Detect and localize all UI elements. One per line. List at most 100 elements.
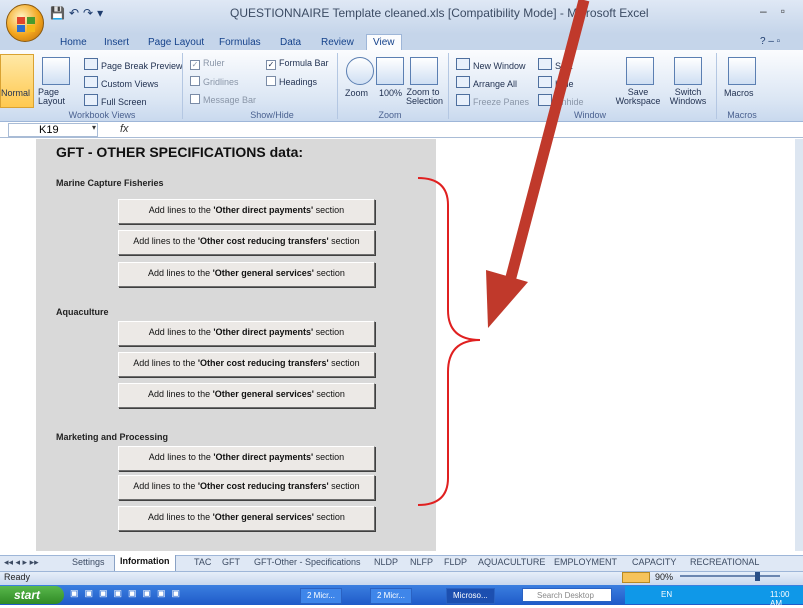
quick-launch-icons[interactable]: ▣▣▣▣▣▣▣▣ — [70, 588, 270, 602]
zoom-slider[interactable] — [680, 575, 780, 577]
office-logo-icon — [17, 17, 35, 32]
add-other-general-services-button[interactable]: Add lines to the 'Other general services… — [118, 506, 375, 531]
add-other-cost-reducing-transfers-button[interactable]: Add lines to the 'Other cost reducing tr… — [118, 475, 375, 500]
redo-icon[interactable]: ↷ — [83, 6, 93, 20]
group-separator — [716, 53, 717, 119]
sheet-tab-nlfp[interactable]: NLFP — [410, 557, 433, 567]
tab-insert[interactable]: Insert — [104, 37, 129, 48]
arrange-all-button[interactable]: Arrange All — [456, 76, 517, 89]
taskbar-item-excel[interactable]: Microso... — [446, 588, 495, 604]
taskbar-item-word-1[interactable]: 2 Micr... — [300, 588, 343, 604]
hide-button[interactable]: Hide — [538, 76, 574, 89]
page-layout-button[interactable]: Page Layout — [38, 88, 68, 106]
sheet-nav-buttons[interactable]: ◂◂ ◂ ▸ ▸▸ — [4, 557, 39, 568]
full-screen-button[interactable]: Full Screen — [84, 94, 147, 107]
ruler-checkbox[interactable]: ✓ Ruler — [190, 58, 225, 70]
sheet-tab-capacity[interactable]: CAPACITY — [632, 557, 676, 567]
custom-views-button[interactable]: Custom Views — [84, 76, 158, 89]
undo-icon[interactable]: ↶ — [69, 6, 79, 20]
full-screen-icon — [84, 94, 98, 106]
group-label-window: Window — [573, 110, 606, 120]
taskbar-item-word-2[interactable]: 2 Micr... — [370, 588, 413, 604]
zoom-slider-handle[interactable] — [755, 572, 760, 581]
add-other-general-services-button[interactable]: Add lines to the 'Other general services… — [118, 383, 375, 408]
formula-bar-checkbox[interactable]: ✓ Formula Bar — [266, 58, 329, 70]
zoom-button[interactable]: Zoom — [345, 88, 368, 98]
macros-button[interactable]: Macros — [724, 88, 754, 98]
add-other-general-services-button[interactable]: Add lines to the 'Other general services… — [118, 262, 375, 287]
switch-windows-button[interactable]: Switch Windows — [664, 88, 712, 106]
page-break-preview-button[interactable]: Page Break Preview — [84, 58, 183, 71]
clock: 11:00 AM — [770, 590, 790, 608]
sheet-tab-tac[interactable]: TAC — [194, 557, 211, 567]
tab-formulas[interactable]: Formulas — [219, 37, 261, 48]
view-switch-icons[interactable] — [622, 572, 650, 583]
headings-checkbox[interactable]: Headings — [266, 76, 317, 87]
quick-access-toolbar: 💾 ↶ ↷ ▾ — [50, 4, 103, 22]
window-title: QUESTIONNAIRE Template cleaned.xls [Comp… — [230, 6, 649, 20]
save-workspace-icon — [626, 57, 654, 85]
sheet-tab-recreational[interactable]: RECREATIONAL — [690, 557, 759, 567]
group-separator — [337, 53, 338, 119]
freeze-panes-icon — [456, 94, 470, 106]
name-box[interactable]: K19 — [8, 123, 98, 137]
add-other-cost-reducing-transfers-button[interactable]: Add lines to the 'Other cost reducing tr… — [118, 230, 375, 255]
window-controls: – ▫ — [760, 4, 785, 18]
freeze-panes-button[interactable]: Freeze Panes — [456, 94, 529, 107]
maximize-button[interactable]: ▫ — [781, 4, 785, 18]
new-window-button[interactable]: New Window — [456, 58, 526, 71]
sheet-tab-settings[interactable]: Settings — [72, 557, 105, 567]
office-button[interactable] — [6, 4, 44, 42]
zoom-to-selection-button[interactable]: Zoom to Selection — [406, 88, 443, 106]
group-separator — [182, 53, 183, 119]
zoom-to-selection-icon — [410, 57, 438, 85]
group-label-show-hide: Show/Hide — [250, 110, 294, 120]
qat-customize-icon[interactable]: ▾ — [97, 6, 103, 20]
zoom-icon — [346, 57, 374, 85]
sheet-tab-information[interactable]: Information — [114, 555, 176, 572]
sheet-tab-aquaculture[interactable]: AQUACULTURE — [478, 557, 545, 567]
add-other-direct-payments-button[interactable]: Add lines to the 'Other direct payments'… — [118, 321, 375, 346]
name-box-dropdown-icon[interactable]: ▾ — [92, 123, 96, 132]
arrange-all-icon — [456, 76, 470, 88]
switch-windows-icon — [674, 57, 702, 85]
new-window-icon — [456, 58, 470, 70]
save-workspace-button[interactable]: Save Workspace — [614, 88, 662, 106]
group-label-macros: Macros — [727, 110, 757, 120]
save-icon[interactable]: 💾 — [50, 6, 65, 20]
gridlines-checkbox[interactable]: Gridlines — [190, 76, 239, 87]
unhide-button[interactable]: Unhide — [538, 94, 584, 107]
add-other-cost-reducing-transfers-button[interactable]: Add lines to the 'Other cost reducing tr… — [118, 352, 375, 377]
language-indicator[interactable]: EN — [661, 590, 672, 599]
split-button[interactable]: Split — [538, 58, 573, 71]
tab-page-layout[interactable]: Page Layout — [148, 37, 204, 48]
group-label-workbook-views: Workbook Views — [68, 110, 136, 120]
sheet-tab-employment[interactable]: EMPLOYMENT — [554, 557, 617, 567]
tab-data[interactable]: Data — [280, 37, 301, 48]
sheet-tab-gft[interactable]: GFT — [222, 557, 240, 567]
tab-review[interactable]: Review — [321, 37, 354, 48]
insert-function-icon[interactable]: fx — [120, 123, 129, 135]
desktop-search-input[interactable]: Search Desktop — [522, 588, 612, 602]
group-separator — [448, 53, 449, 119]
zoom-100-button[interactable]: 100% — [379, 88, 402, 98]
sheet-tab-gft-other-specifications[interactable]: GFT-Other - Specifications — [254, 557, 361, 567]
unhide-icon — [538, 94, 552, 106]
help-icon[interactable]: ? – ▫ — [760, 36, 780, 47]
zoom-level[interactable]: 90% — [655, 572, 673, 582]
page-break-icon — [84, 58, 98, 70]
sheet-tab-nldp[interactable]: NLDP — [374, 557, 398, 567]
start-button[interactable]: start — [0, 586, 64, 604]
minimize-button[interactable]: – — [760, 4, 767, 18]
add-other-direct-payments-button[interactable]: Add lines to the 'Other direct payments'… — [118, 446, 375, 471]
message-bar-checkbox[interactable]: Message Bar — [190, 94, 256, 105]
hide-icon — [538, 76, 552, 88]
vertical-scrollbar[interactable] — [795, 139, 803, 551]
section-label-aquaculture: Aquaculture — [56, 307, 109, 317]
add-other-direct-payments-button[interactable]: Add lines to the 'Other direct payments'… — [118, 199, 375, 224]
sheet-tab-fldp[interactable]: FLDP — [444, 557, 467, 567]
normal-view-button[interactable] — [0, 54, 34, 108]
tab-home[interactable]: Home — [60, 37, 87, 48]
zoom-100-icon — [376, 57, 404, 85]
status-bar — [0, 571, 803, 585]
